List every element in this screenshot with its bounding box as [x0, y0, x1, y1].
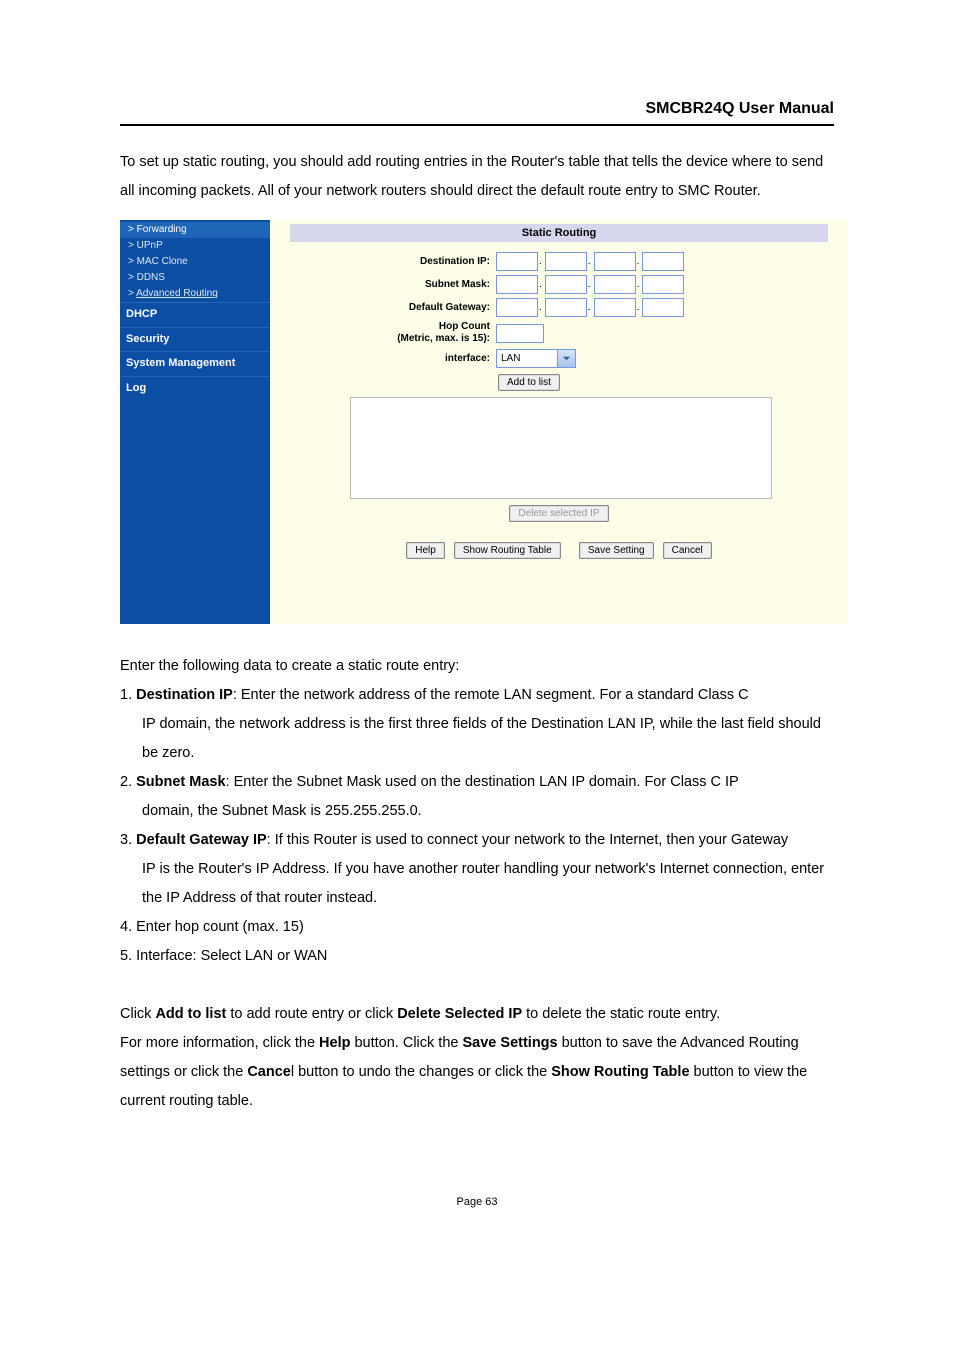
ip-octet-input[interactable]	[496, 252, 538, 271]
label-subnet-mask: Subnet Mask:	[290, 279, 496, 291]
chevron-down-icon[interactable]	[557, 350, 575, 367]
sidebar: > Forwarding > UPnP > MAC Clone > DDNS >…	[120, 220, 270, 624]
ip-octet-input[interactable]	[496, 275, 538, 294]
sidebar-item-security[interactable]: Security	[120, 327, 270, 352]
label-interface: interface:	[290, 353, 496, 365]
ip-octet-input[interactable]	[642, 252, 684, 271]
sidebar-item-macclone[interactable]: > MAC Clone	[120, 254, 270, 270]
sidebar-item-sysm[interactable]: System Management	[120, 351, 270, 376]
label-default-gateway: Default Gateway:	[290, 302, 496, 314]
save-setting-button[interactable]: Save Setting	[579, 542, 654, 559]
hop-count-input[interactable]	[496, 324, 544, 343]
page-number: Page 63	[120, 1196, 834, 1208]
ip-octet-input[interactable]	[642, 275, 684, 294]
ip-octet-input[interactable]	[594, 252, 636, 271]
panel-title: Static Routing	[290, 224, 828, 242]
cancel-button[interactable]: Cancel	[663, 542, 712, 559]
destination-ip-input[interactable]: ...	[496, 252, 683, 271]
default-gateway-input[interactable]: ...	[496, 298, 683, 317]
sidebar-item-dhcp[interactable]: DHCP	[120, 302, 270, 327]
help-button[interactable]: Help	[406, 542, 445, 559]
interface-select-value: LAN	[497, 353, 557, 364]
sidebar-item-log[interactable]: Log	[120, 376, 270, 401]
ip-octet-input[interactable]	[594, 275, 636, 294]
instructions-list: 1. Destination IP: Enter the network add…	[120, 681, 834, 971]
subnet-mask-input[interactable]: ...	[496, 275, 683, 294]
add-to-list-button[interactable]: Add to list	[498, 374, 560, 391]
ip-octet-input[interactable]	[545, 275, 587, 294]
show-routing-table-button[interactable]: Show Routing Table	[454, 542, 561, 559]
ip-octet-input[interactable]	[594, 298, 636, 317]
intro-paragraph: To set up static routing, you should add…	[120, 148, 834, 206]
sidebar-item-advrouting[interactable]: > Advanced Routing	[120, 286, 270, 302]
ip-octet-input[interactable]	[545, 298, 587, 317]
router-ui-screenshot: > Forwarding > UPnP > MAC Clone > DDNS >…	[120, 220, 848, 624]
sidebar-link-advrouting[interactable]: Advanced Routing	[136, 288, 218, 299]
sidebar-item-ddns[interactable]: > DDNS	[120, 270, 270, 286]
button-bar: Help Show Routing Table Save Setting Can…	[290, 542, 828, 559]
content-panel: Static Routing Destination IP: ... Subne…	[270, 220, 848, 624]
delete-selected-button[interactable]: Delete selected IP	[509, 505, 608, 522]
ip-octet-input[interactable]	[545, 252, 587, 271]
route-list[interactable]	[350, 397, 772, 499]
sidebar-item-upnp[interactable]: > UPnP	[120, 238, 270, 254]
instructions-lead: Enter the following data to create a sta…	[120, 652, 834, 681]
more-info-paragraph: For more information, click the Help but…	[120, 1029, 834, 1116]
ip-octet-input[interactable]	[642, 298, 684, 317]
label-hop-count: Hop Count(Metric, max. is 15):	[290, 321, 496, 345]
add-delete-paragraph: Click Add to list to add route entry or …	[120, 1000, 834, 1029]
label-destination-ip: Destination IP:	[290, 256, 496, 268]
interface-select[interactable]: LAN	[496, 349, 576, 368]
page-header: SMCBR24Q User Manual	[120, 100, 834, 126]
sidebar-item-forwarding[interactable]: > Forwarding	[120, 222, 270, 238]
ip-octet-input[interactable]	[496, 298, 538, 317]
